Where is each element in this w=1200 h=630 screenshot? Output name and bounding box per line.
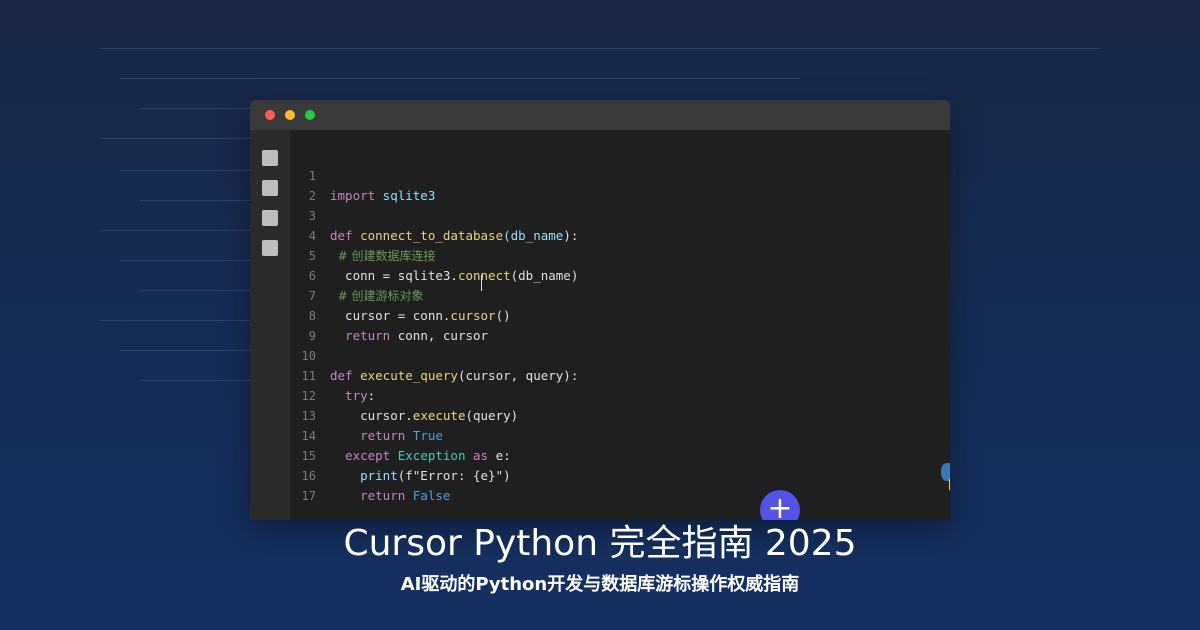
page-subtitle: AI驱动的Python开发与数据库游标操作权威指南 <box>400 574 800 595</box>
editor-titlebar <box>250 100 950 130</box>
code-line: 7 cursor = conn.cursor() <box>290 266 950 323</box>
code-line: 15 print(f"Error: {e}") <box>290 426 950 483</box>
code-line: 8 return conn, cursor <box>290 286 950 343</box>
code-line: 3 def connect_to_database(db_name): <box>290 186 950 243</box>
code-line: 9 <box>290 306 950 343</box>
code-line: 16 return False <box>290 446 950 503</box>
code-line: 5 conn = sqlite3.connect(db_name) <box>290 226 950 283</box>
code-line: 1 import sqlite3 <box>290 146 950 203</box>
code-line: 17 <box>290 466 950 503</box>
page-title: Cursor Python 完全指南 2025 <box>343 523 857 564</box>
boolean-token: False <box>405 488 451 503</box>
code-line: 12 cursor.execute(query) <box>290 366 950 423</box>
keyword-token: return <box>330 488 406 503</box>
text-cursor-caret <box>481 275 482 291</box>
search-icon[interactable] <box>262 180 278 196</box>
code-line: 13 return True <box>290 386 950 443</box>
line-number: 17 <box>301 489 316 503</box>
code-line: 11 try: <box>290 346 950 403</box>
python-logo-icon <box>941 463 950 491</box>
extensions-icon[interactable] <box>262 240 278 256</box>
activity-bar <box>250 130 290 520</box>
maximize-dot[interactable] <box>305 110 315 120</box>
minimize-dot[interactable] <box>285 110 295 120</box>
close-dot[interactable] <box>265 110 275 120</box>
code-area[interactable]: 1 import sqlite3 2 3 def connect_to_data… <box>290 130 950 520</box>
code-line: 14 except Exception as e: <box>290 406 950 463</box>
code-editor-window: 1 import sqlite3 2 3 def connect_to_data… <box>250 100 950 520</box>
code-line: 2 <box>290 166 950 203</box>
code-line: 10 def execute_query(cursor, query): <box>290 326 950 383</box>
explorer-icon[interactable] <box>262 150 278 166</box>
code-line: 6 # 创建游标对象 <box>290 246 950 303</box>
source-control-icon[interactable] <box>262 210 278 226</box>
code-line: 4 # 创建数据库连接 <box>290 206 950 263</box>
